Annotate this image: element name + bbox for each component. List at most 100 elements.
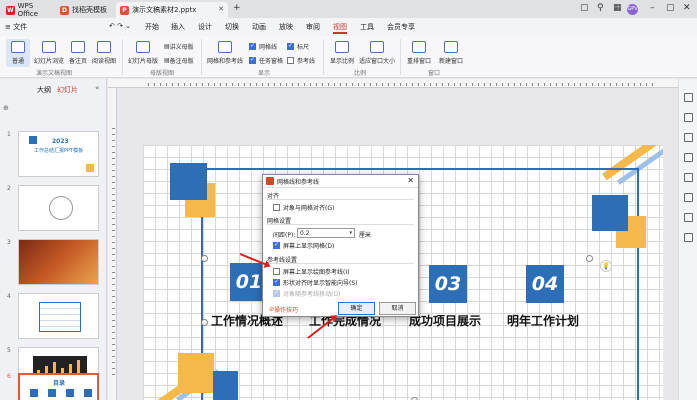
- section-number-3[interactable]: 03: [429, 265, 467, 303]
- cancel-button[interactable]: 取消: [379, 302, 416, 315]
- collapse-panel-icon[interactable]: «: [95, 84, 99, 92]
- chevron-down-icon[interactable]: ▾: [349, 229, 352, 238]
- checkbox-icon: [273, 241, 280, 249]
- label: 屏幕上显示网格(D): [283, 243, 335, 250]
- menu-animation[interactable]: 动画: [252, 22, 266, 32]
- object-properties-icon[interactable]: [684, 93, 693, 102]
- checkbox-icon: [273, 204, 280, 211]
- label: 备注页: [68, 58, 87, 65]
- minimize-icon[interactable]: –: [650, 3, 655, 13]
- show-guides-checkbox[interactable]: 屏幕上显示绘图参考线(I): [273, 267, 349, 276]
- vertical-ruler[interactable]: [108, 88, 117, 400]
- thumb-shape: [48, 389, 56, 397]
- menu-review[interactable]: 审阅: [306, 22, 320, 32]
- snap-guides-checkbox[interactable]: 对象随参考线移动(O): [273, 289, 340, 298]
- ruler-ticks: [112, 128, 115, 380]
- menu-design[interactable]: 设计: [198, 22, 212, 32]
- slide-thumbnail-2[interactable]: [18, 185, 99, 231]
- crop-icon[interactable]: [684, 193, 693, 202]
- guides-checkbox[interactable]: 参考线: [287, 56, 315, 65]
- horizontal-ruler[interactable]: [108, 79, 678, 88]
- checkbox-icon: [249, 56, 256, 64]
- menu-insert[interactable]: 插入: [171, 22, 185, 32]
- fit-window-icon: [370, 41, 384, 53]
- slide-thumbnail-3[interactable]: [18, 239, 99, 285]
- label: 新建窗口: [438, 58, 463, 65]
- thumb-title: 2023: [52, 138, 69, 145]
- ruler-checkbox[interactable]: 标尺: [287, 42, 309, 51]
- style-icon[interactable]: [684, 113, 693, 122]
- slide-master-button[interactable]: 幻灯片母版: [126, 41, 160, 65]
- tips-link[interactable]: ⊘ 操作技巧: [269, 305, 298, 314]
- fit-window-button[interactable]: 适应窗口大小: [357, 41, 397, 65]
- label: 对象随参考线移动(O): [283, 291, 341, 298]
- new-window-button[interactable]: 新建窗口: [436, 41, 466, 65]
- menu-home[interactable]: 开始: [145, 22, 159, 32]
- tile-icon[interactable]: ▦: [613, 3, 622, 13]
- new-window-icon: [444, 41, 458, 53]
- label: 参考线: [297, 58, 316, 65]
- label: 操作技巧: [274, 307, 299, 314]
- ok-button[interactable]: 确定: [338, 302, 375, 315]
- spacing-value: 0.2: [300, 230, 310, 237]
- slide-thumbnail-4[interactable]: [18, 293, 99, 339]
- selection-handle[interactable]: [201, 255, 208, 262]
- selection-handle[interactable]: [586, 255, 593, 262]
- tab-template[interactable]: D 找稻壳模板: [56, 2, 114, 18]
- snap-to-grid-checkbox[interactable]: 对象与网格对齐(G): [273, 203, 334, 212]
- slide-thumbnail-6[interactable]: 目录: [18, 373, 99, 400]
- notes-page-button[interactable]: 备注页: [66, 41, 90, 65]
- gridlines-checkbox[interactable]: 网格线: [249, 42, 277, 51]
- avatar[interactable]: GPV: [627, 4, 638, 15]
- handout-master-button[interactable]: ▤ 讲义母版: [164, 42, 194, 51]
- section-caption-4[interactable]: 明年工作计划: [507, 312, 579, 329]
- task-pane-checkbox[interactable]: 任务窗格: [249, 56, 283, 65]
- settings-icon[interactable]: [684, 173, 693, 182]
- panel-tools-icon[interactable]: ⊕: [3, 104, 9, 112]
- help-icon[interactable]: [684, 233, 693, 242]
- selection-pane-icon[interactable]: [684, 153, 693, 162]
- grid-guides-button[interactable]: 网格和参考线: [205, 41, 245, 65]
- animation-pane-icon[interactable]: [684, 133, 693, 142]
- spacing-input[interactable]: 0.2 ▾: [297, 228, 355, 238]
- selection-handle[interactable]: [201, 319, 208, 326]
- menu-transition[interactable]: 切换: [225, 22, 239, 32]
- checkbox-icon: [273, 289, 280, 297]
- divider: [267, 224, 414, 225]
- label: 任务窗格: [259, 58, 284, 65]
- close-tab-icon[interactable]: ✕: [218, 5, 224, 13]
- undo-icon[interactable]: ↶ ↷ ⌄: [109, 22, 131, 30]
- label: 适应窗口大小: [358, 58, 395, 65]
- label: 幻灯片母版: [127, 58, 158, 65]
- tab-outline[interactable]: 大纲: [37, 85, 51, 95]
- slide-number: 5: [7, 347, 11, 354]
- menu-member[interactable]: 会员专享: [387, 22, 415, 32]
- menu-file[interactable]: ≡ 文件: [5, 22, 27, 32]
- tab-slides[interactable]: 幻灯片: [57, 85, 78, 95]
- thumb-mindmap: [49, 196, 73, 220]
- arrange-windows-button[interactable]: 重排窗口: [404, 41, 434, 65]
- notes-master-button[interactable]: ▤ 备注母版: [164, 56, 194, 65]
- pin-icon[interactable]: ⚲: [597, 3, 604, 13]
- window-list-icon[interactable]: ▢: [580, 3, 589, 13]
- tab-document[interactable]: P 演示文稿素材2.pptx ✕: [116, 2, 228, 18]
- reading-view-button[interactable]: 阅读视图: [90, 41, 118, 65]
- menu-slideshow[interactable]: 放映: [279, 22, 293, 32]
- slide-sorter-button[interactable]: 幻灯片浏览: [32, 41, 66, 65]
- maximize-icon[interactable]: ▢: [666, 3, 675, 13]
- share-icon[interactable]: [684, 213, 693, 222]
- normal-view-button[interactable]: 普通: [6, 39, 30, 67]
- tab-wps-office[interactable]: W WPS Office: [2, 2, 54, 18]
- zoom-button[interactable]: 显示比例: [327, 41, 357, 65]
- slide-thumbnail-1[interactable]: 2023 工作总结汇报PPT模板: [18, 131, 99, 177]
- lightbulb-icon[interactable]: 💡: [600, 260, 612, 272]
- smart-guides-checkbox[interactable]: 形状对齐时显示智能向导(S): [273, 278, 358, 287]
- show-grid-checkbox[interactable]: 屏幕上显示网格(D): [273, 241, 334, 250]
- new-tab-button[interactable]: +: [233, 3, 241, 13]
- menu-tools[interactable]: 工具: [360, 22, 374, 32]
- close-window-icon[interactable]: ✕: [683, 3, 691, 13]
- dialog-close-icon[interactable]: ✕: [407, 176, 414, 185]
- menu-view[interactable]: 视图: [333, 22, 347, 34]
- section-caption-3[interactable]: 成功项目展示: [409, 312, 481, 329]
- section-number-4[interactable]: 04: [526, 265, 564, 303]
